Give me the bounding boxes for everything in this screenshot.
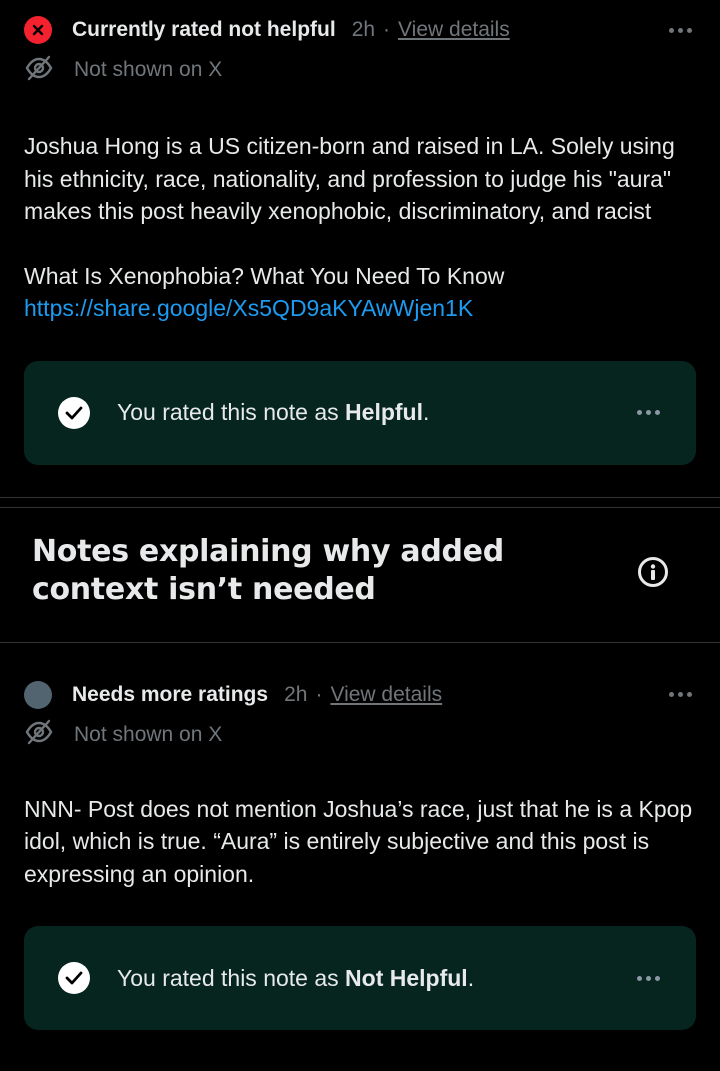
view-details-link[interactable]: View details <box>398 18 510 42</box>
user-rating-box: You rated this note as Helpful. <box>24 360 696 465</box>
rating-value: Helpful <box>345 399 423 425</box>
section-title-line1: Notes explaining why added <box>32 533 504 569</box>
not-helpful-status-icon <box>24 16 52 44</box>
view-details-link[interactable]: View details <box>330 683 442 707</box>
eye-slash-icon <box>24 719 54 750</box>
rating-prefix: You rated this note as <box>117 399 346 425</box>
checkmark-icon <box>58 962 90 994</box>
note-timestamp: 2h <box>284 682 308 706</box>
section-title: Notes explaining why added context isn’t… <box>32 533 504 609</box>
visibility-row: Not shown on X <box>24 717 696 753</box>
note-text: NNN- Post does not mention Joshua’s race… <box>24 793 696 891</box>
rating-more-options-icon[interactable] <box>637 410 660 415</box>
section-divider-top <box>0 496 720 498</box>
visibility-row: Not shown on X <box>24 52 696 88</box>
community-notes-page: Currently rated not helpful 2h · View de… <box>0 0 720 1071</box>
note-header: Needs more ratings 2h · View details <box>24 677 696 713</box>
note-timestamp: 2h <box>351 18 376 41</box>
rating-prefix: You rated this note as <box>117 964 346 991</box>
checkmark-icon <box>58 396 90 429</box>
note-status-title: Currently rated not helpful <box>72 18 336 41</box>
note-paragraph: NNN- Post does not mention Joshua’s race… <box>24 795 693 887</box>
user-rating-box: You rated this note as Not Helpful. <box>24 926 696 1030</box>
rating-statement: You rated this note as Not Helpful. <box>117 965 474 992</box>
eye-slash-icon <box>24 55 54 86</box>
rating-more-options-icon[interactable] <box>637 975 660 981</box>
meta-separator: · <box>383 18 391 41</box>
rating-suffix: . <box>423 399 430 425</box>
source-title: What Is Xenophobia? What You Need To Kno… <box>24 262 505 289</box>
more-options-icon[interactable] <box>669 27 692 33</box>
rating-suffix: . <box>467 964 475 991</box>
visibility-label: Not shown on X <box>74 722 223 746</box>
note-text: Joshua Hong is a US citizen-born and rai… <box>24 130 696 325</box>
info-icon[interactable] <box>638 556 668 587</box>
note-card-2: Needs more ratings 2h · View details Not… <box>0 643 720 1030</box>
source-link[interactable]: https://share.google/Xs5QD9aKYAwWjen1K <box>24 295 473 321</box>
visibility-label: Not shown on X <box>74 58 223 81</box>
note-paragraph: Joshua Hong is a US citizen-born and rai… <box>24 133 675 224</box>
section-header: Notes explaining why added context isn’t… <box>0 508 720 642</box>
more-options-icon[interactable] <box>669 692 692 697</box>
note-status-title: Needs more ratings <box>72 682 269 706</box>
section-title-line2: context isn’t needed <box>32 571 376 607</box>
needs-ratings-status-icon <box>24 680 52 709</box>
meta-separator: · <box>315 682 323 706</box>
note-card-1: Currently rated not helpful 2h · View de… <box>0 0 720 465</box>
note-header: Currently rated not helpful 2h · View de… <box>24 12 696 48</box>
rating-value: Not Helpful <box>345 964 468 991</box>
rating-statement: You rated this note as Helpful. <box>117 399 429 426</box>
